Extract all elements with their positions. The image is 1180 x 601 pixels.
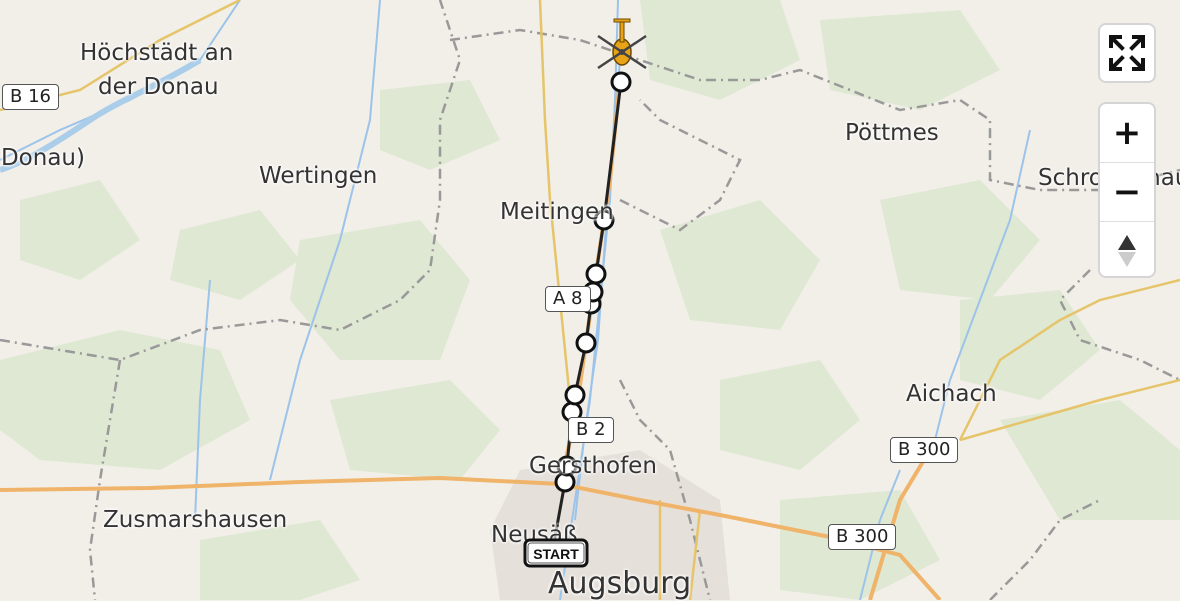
waypoint-marker[interactable] <box>585 263 607 285</box>
road-shield-a8: A 8 <box>545 286 591 312</box>
place-label-donau: (Donau) <box>0 145 85 171</box>
zoom-in-label: + <box>1112 113 1142 153</box>
place-label-meitingen: Meitingen <box>500 199 614 225</box>
place-label-hoechstaedt-2: der Donau <box>98 74 219 100</box>
place-label-augsburg: Augsburg <box>548 566 692 601</box>
place-label-wertingen: Wertingen <box>259 163 378 189</box>
place-label-poettmes: Pöttmes <box>845 120 939 146</box>
road-shield-b300: B 300 <box>828 524 897 550</box>
waypoint-marker[interactable] <box>564 384 586 406</box>
fullscreen-button[interactable] <box>1098 23 1156 83</box>
waypoint-marker[interactable] <box>610 71 632 93</box>
compass-icon <box>1118 235 1136 267</box>
compass-button[interactable] <box>1100 222 1154 280</box>
road-shield-b16: B 16 <box>2 84 59 110</box>
road-shield-b300: B 300 <box>890 437 959 463</box>
fullscreen-icon <box>1109 35 1145 71</box>
zoom-in-button[interactable]: + <box>1100 104 1154 163</box>
place-label-neusaess: Neusäß <box>491 522 578 548</box>
place-label-gersthofen: Gersthofen <box>529 453 657 479</box>
helicopter-icon[interactable] <box>597 18 647 70</box>
place-label-zusmarshausen: Zusmarshausen <box>103 507 288 533</box>
road-shield-b2: B 2 <box>568 417 614 443</box>
place-label-aichach: Aichach <box>906 381 997 407</box>
waypoint-marker[interactable] <box>575 332 597 354</box>
zoom-out-button[interactable]: − <box>1100 163 1154 222</box>
zoom-controls: + − <box>1098 102 1156 278</box>
zoom-out-label: − <box>1112 172 1142 212</box>
place-label-hoechstaedt: Höchstädt an <box>80 40 234 66</box>
